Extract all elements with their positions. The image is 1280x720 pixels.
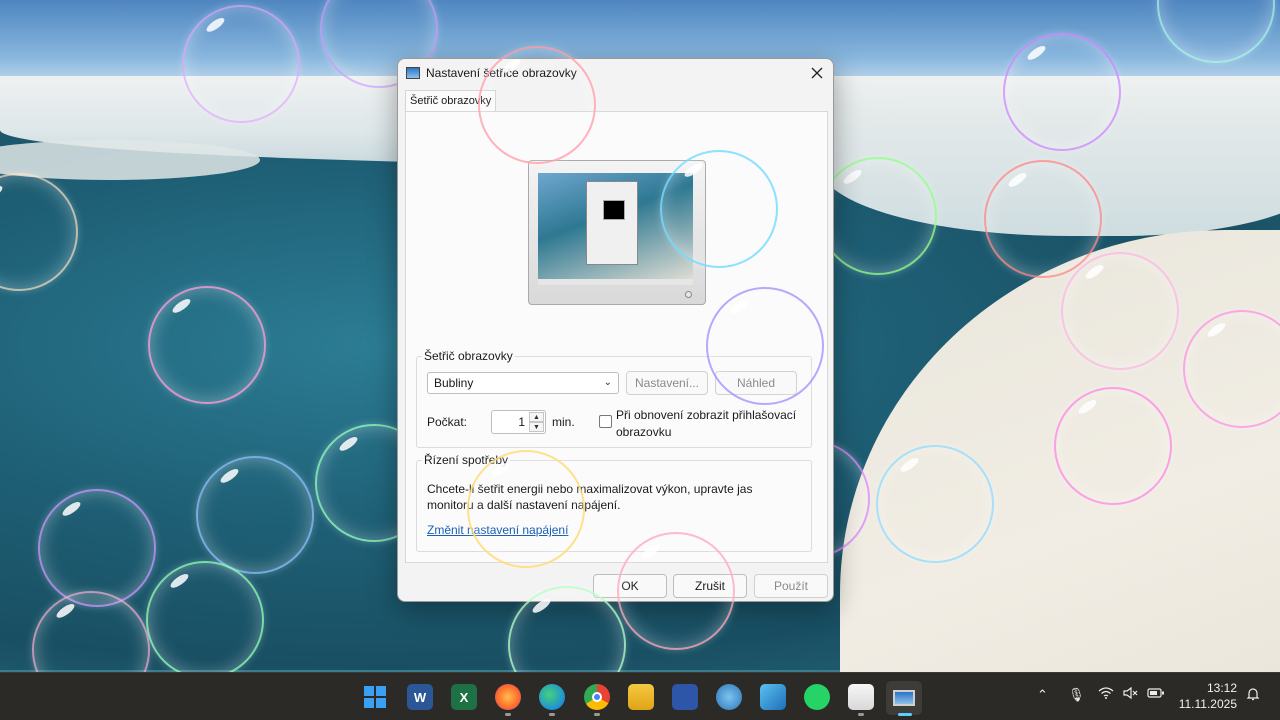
bubble xyxy=(146,561,264,672)
speaker-muted-icon[interactable] xyxy=(1123,686,1139,702)
battery-icon[interactable] xyxy=(1147,687,1165,702)
save-app-icon[interactable] xyxy=(672,684,698,710)
bubble xyxy=(1061,252,1179,370)
clock-time: 13:12 xyxy=(1206,681,1237,695)
mini-dialog-preview xyxy=(586,181,638,265)
firefox-icon[interactable] xyxy=(495,684,521,710)
edge-icon[interactable] xyxy=(539,684,565,710)
resume-login-checkbox[interactable] xyxy=(599,415,612,428)
tab-strip: Šetřič obrazovky xyxy=(398,90,833,112)
wait-label: Počkat: xyxy=(427,415,468,429)
bubble xyxy=(876,445,994,563)
close-icon xyxy=(811,67,823,79)
mini-black-preview xyxy=(603,200,625,220)
monitor-app-icon xyxy=(406,67,420,79)
screensaver-select[interactable]: Bubliny ⌄ xyxy=(427,372,619,394)
screensaver-settings-icon[interactable] xyxy=(886,681,922,715)
monitor-power-led xyxy=(685,291,692,298)
bubble xyxy=(467,450,585,568)
running-indicator xyxy=(549,713,555,716)
wait-minutes-spinner[interactable]: 1 ▲ ▼ xyxy=(491,410,546,434)
bubble xyxy=(706,287,824,405)
bubble xyxy=(1003,33,1121,151)
running-indicator xyxy=(594,713,600,716)
resume-login-label-line1: Při obnovení zobrazit přihlašovací xyxy=(616,408,797,422)
excel-icon[interactable]: X xyxy=(451,684,477,710)
pen-app-icon[interactable] xyxy=(760,684,786,710)
bubble xyxy=(196,456,314,574)
notification-icon[interactable] xyxy=(1246,687,1260,704)
bubble xyxy=(478,46,596,164)
bubble xyxy=(182,5,300,123)
dialog-titlebar[interactable]: Nastavení šetřiče obrazovky xyxy=(398,59,833,87)
settings-button[interactable]: Nastavení... xyxy=(626,371,708,395)
wait-minutes-value: 1 xyxy=(518,415,525,429)
globe-app-icon[interactable] xyxy=(716,684,742,710)
file-explorer-icon[interactable] xyxy=(628,684,654,710)
apply-button[interactable]: Použít xyxy=(754,574,828,598)
chrome-icon[interactable] xyxy=(584,684,610,710)
mini-taskbar xyxy=(538,279,693,285)
clock[interactable]: 13:12 11.11.2025 xyxy=(1179,680,1237,712)
spin-down-icon[interactable]: ▼ xyxy=(529,422,544,432)
taskbar: W X ⌃ 🎙 13:12 11.11.2025 xyxy=(0,672,1280,720)
whatsapp-icon[interactable] xyxy=(804,684,830,710)
chevron-down-icon: ⌄ xyxy=(603,377,612,388)
screensaver-group-title: Šetřič obrazovky xyxy=(422,349,515,363)
bubble xyxy=(38,489,156,607)
bubble xyxy=(617,532,735,650)
start-icon[interactable] xyxy=(362,684,388,710)
bubble xyxy=(1054,387,1172,505)
chevron-up-icon[interactable]: ⌃ xyxy=(1037,687,1048,703)
resume-login-label-line2: obrazovku xyxy=(616,425,672,439)
clock-date: 11.11.2025 xyxy=(1178,697,1237,711)
microphone-icon[interactable]: 🎙 xyxy=(1068,687,1085,703)
bubble xyxy=(148,286,266,404)
screensaver-selected-value: Bubliny xyxy=(434,376,474,390)
running-indicator xyxy=(505,713,511,716)
running-indicator xyxy=(858,713,864,716)
close-button[interactable] xyxy=(801,59,833,87)
word-icon[interactable]: W xyxy=(407,684,433,710)
active-indicator xyxy=(898,713,912,716)
wifi-icon[interactable] xyxy=(1098,687,1114,702)
bubble xyxy=(660,150,778,268)
photo-app-icon[interactable] xyxy=(848,684,874,710)
bubble xyxy=(819,157,937,275)
wait-unit: min. xyxy=(552,415,575,429)
spin-up-icon[interactable]: ▲ xyxy=(529,412,544,422)
bubble xyxy=(984,160,1102,278)
